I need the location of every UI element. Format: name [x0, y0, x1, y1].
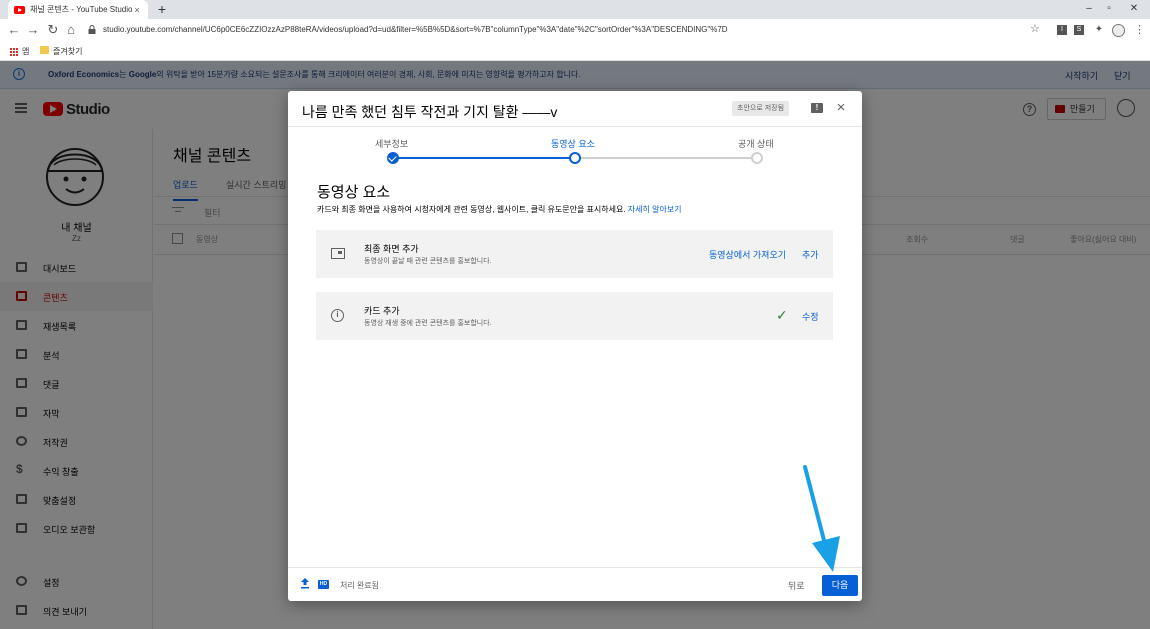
- home-icon[interactable]: ⌂: [64, 23, 78, 37]
- section-title: 동영상 요소: [317, 184, 391, 201]
- info-icon: i: [331, 309, 344, 322]
- step-video-elements-label: 동영상 요소: [551, 139, 595, 149]
- processing-status: 처리 완료됨: [340, 581, 380, 590]
- tab-title: 채널 콘텐츠 - YouTube Studio: [30, 5, 132, 14]
- step-visibility-dot[interactable]: [751, 152, 763, 164]
- extension-s-icon[interactable]: S: [1074, 25, 1084, 35]
- forward-arrow-icon[interactable]: →: [26, 23, 40, 37]
- dialog-footer: HD 처리 완료됨 뒤로 다음: [288, 567, 862, 601]
- back-button[interactable]: 뒤로: [788, 579, 805, 592]
- bookmarks-bar: 앱 즐겨찾기: [0, 43, 1150, 61]
- step-video-elements-dot[interactable]: [569, 152, 581, 164]
- end-screen-title: 최종 화면 추가: [364, 244, 419, 254]
- upload-dialog: 나름 만족 했던 침투 작전과 기지 탈환 ——v 초안으로 저장됨 ! × 세…: [288, 91, 862, 601]
- draft-status-badge: 초안으로 저장됨: [732, 101, 790, 116]
- lock-icon: [88, 25, 96, 34]
- extension-i-icon[interactable]: I: [1057, 25, 1067, 35]
- hd-badge: HD: [318, 580, 329, 589]
- upload-stepper: 세부정보 동영상 요소 공개 상태: [288, 127, 862, 169]
- tab-close-icon[interactable]: ×: [132, 5, 142, 15]
- browser-tab[interactable]: 채널 콘텐츠 - YouTube Studio ×: [8, 0, 148, 19]
- bookmark-apps[interactable]: 앱: [22, 46, 29, 57]
- window-close-icon[interactable]: ✕: [1127, 1, 1141, 17]
- cards-title: 카드 추가: [364, 306, 400, 316]
- report-feedback-icon[interactable]: !: [811, 103, 823, 113]
- end-screen-description: 동영상이 끝날 때 관련 콘텐츠를 홍보합니다.: [364, 258, 492, 265]
- minimize-icon[interactable]: –: [1082, 1, 1096, 17]
- reload-icon[interactable]: ↻: [46, 23, 60, 37]
- youtube-favicon-icon: [14, 5, 25, 14]
- address-bar[interactable]: studio.youtube.com/channel/UC6p0CE6cZZIO…: [82, 22, 1048, 39]
- bookmark-favorites[interactable]: 즐겨찾기: [53, 46, 82, 57]
- edit-cards-button[interactable]: 수정: [802, 310, 819, 323]
- back-arrow-icon[interactable]: ←: [7, 23, 21, 37]
- browser-tabstrip: 채널 콘텐츠 - YouTube Studio × + – ▫ ✕: [0, 0, 1150, 19]
- extensions-puzzle-icon[interactable]: ✦: [1094, 25, 1104, 35]
- folder-icon: [40, 46, 49, 54]
- next-button[interactable]: 다음: [822, 575, 858, 596]
- url-text: studio.youtube.com/channel/UC6p0CE6cZZIO…: [103, 25, 728, 34]
- dialog-close-icon[interactable]: ×: [833, 99, 849, 117]
- learn-more-link[interactable]: 자세히 알아보기: [628, 205, 682, 214]
- cards-card: i 카드 추가 동영상 재생 중에 관련 콘텐츠를 홍보합니다. ✓ 수정: [316, 292, 833, 340]
- browser-menu-icon[interactable]: ⋮: [1134, 24, 1145, 36]
- browser-toolbar: ← → ↻ ⌂ studio.youtube.com/channel/UC6p0…: [0, 19, 1150, 43]
- dialog-title: 나름 만족 했던 침투 작전과 기지 탈환 ——v: [302, 104, 558, 120]
- bookmark-star-icon[interactable]: ☆: [1030, 22, 1040, 35]
- end-screen-card: 최종 화면 추가 동영상이 끝날 때 관련 콘텐츠를 홍보합니다. 동영상에서 …: [316, 230, 833, 278]
- cards-description: 동영상 재생 중에 관련 콘텐츠를 홍보합니다.: [364, 320, 492, 327]
- checkmark-icon: ✓: [776, 307, 788, 323]
- apps-grid-icon[interactable]: [9, 47, 18, 56]
- import-from-video-button[interactable]: 동영상에서 가져오기: [709, 248, 786, 261]
- section-description: 카드와 최종 화면을 사용하여 시청자에게 관련 동영상, 웹사이트, 클릭 유…: [317, 205, 682, 214]
- step-details-label: 세부정보: [375, 139, 409, 149]
- add-end-screen-button[interactable]: 추가: [802, 248, 819, 261]
- browser-profile-icon[interactable]: [1112, 24, 1125, 37]
- end-screen-icon: [331, 248, 345, 259]
- upload-icon: [301, 578, 309, 589]
- stepper-progress: [393, 157, 575, 159]
- dialog-header: 나름 만족 했던 침투 작전과 기지 탈환 ——v 초안으로 저장됨 ! ×: [288, 91, 862, 127]
- step-visibility-label: 공개 상태: [738, 139, 774, 149]
- new-tab-button[interactable]: +: [156, 1, 168, 17]
- restore-icon[interactable]: ▫: [1102, 1, 1116, 17]
- step-details-check-icon[interactable]: [387, 152, 399, 164]
